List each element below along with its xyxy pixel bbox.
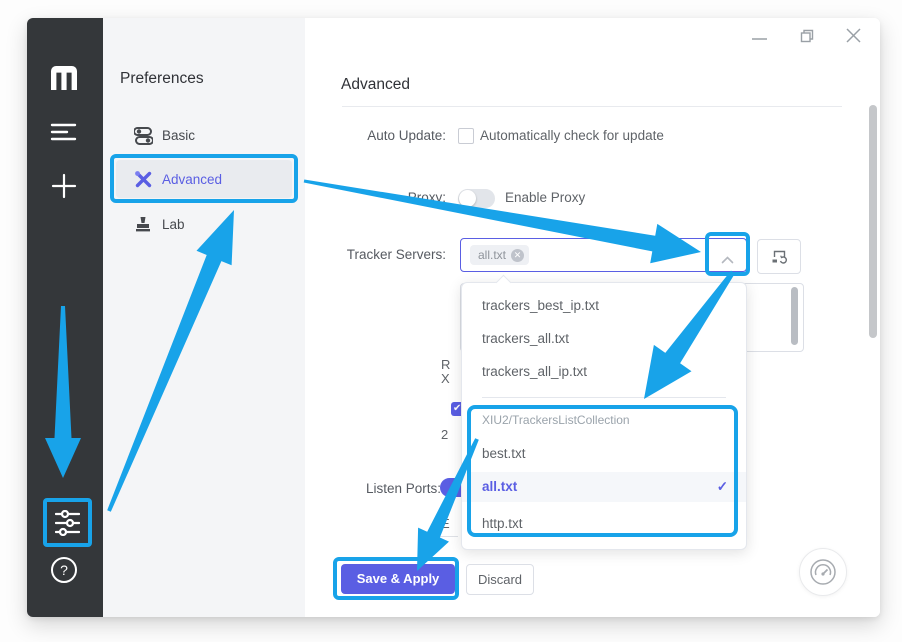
help-question-icon[interactable]: ? bbox=[50, 556, 78, 589]
preferences-nav: Preferences Basic Advanc bbox=[103, 18, 305, 617]
tracker-source-select[interactable]: all.txt ✕ bbox=[460, 238, 747, 272]
listen-ports-label: Listen Ports: bbox=[305, 481, 441, 496]
dropdown-item[interactable]: trackers_all.txt bbox=[462, 324, 746, 354]
selected-tag: all.txt ✕ bbox=[470, 245, 529, 265]
dropdown-item[interactable]: trackers_all_ip.txt bbox=[462, 357, 746, 387]
auto-update-checkbox-label[interactable]: Automatically check for update bbox=[480, 128, 664, 143]
hidden-text-fragment: 2 bbox=[441, 427, 448, 442]
tracker-source-dropdown: trackers_best_ip.txt trackers_all.txt tr… bbox=[461, 282, 747, 550]
dropdown-item[interactable]: best.txt bbox=[462, 439, 746, 469]
task-list-icon[interactable] bbox=[50, 121, 77, 148]
chevron-up-icon[interactable] bbox=[721, 251, 734, 269]
dropdown-item-selected[interactable]: all.txt ✓ bbox=[462, 472, 746, 502]
check-icon: ✓ bbox=[717, 472, 728, 502]
hidden-text-fragment: R bbox=[441, 357, 450, 372]
app-window: ? Preferences Basic bbox=[27, 18, 880, 617]
hidden-toggle-fragment bbox=[440, 478, 461, 497]
toggle-knob bbox=[459, 190, 476, 207]
page-title: Advanced bbox=[341, 76, 410, 94]
advanced-panel: Advanced Auto Update: Automatically chec… bbox=[305, 18, 880, 617]
hidden-checkbox-fragment: ✔ bbox=[451, 402, 461, 416]
title-divider bbox=[342, 106, 842, 107]
add-task-icon[interactable] bbox=[50, 172, 78, 205]
svg-text:?: ? bbox=[60, 562, 68, 578]
preferences-title: Preferences bbox=[120, 70, 204, 88]
auto-update-label: Auto Update: bbox=[305, 128, 446, 143]
sidebar-item-basic[interactable]: Basic bbox=[162, 128, 195, 143]
stamp-icon bbox=[134, 215, 152, 238]
selected-tag-label: all.txt bbox=[478, 248, 506, 262]
dropdown-group-label: XIU2/TrackersListCollection bbox=[482, 413, 630, 427]
hidden-text-fragment: E bbox=[441, 516, 450, 531]
sidebar-item-lab[interactable]: Lab bbox=[162, 217, 185, 232]
minimize-button[interactable] bbox=[752, 30, 768, 48]
textarea-scrollbar[interactable] bbox=[791, 287, 798, 345]
sync-trackers-button[interactable] bbox=[757, 239, 801, 274]
auto-update-checkbox[interactable] bbox=[458, 128, 474, 144]
screenshot-stage: ? Preferences Basic bbox=[0, 0, 902, 642]
tag-remove-icon[interactable]: ✕ bbox=[511, 249, 524, 262]
speedometer-icon bbox=[808, 557, 838, 587]
app-sidebar: ? bbox=[27, 18, 103, 617]
dropdown-item[interactable]: trackers_best_ip.txt bbox=[462, 291, 746, 321]
preferences-sliders-icon[interactable] bbox=[55, 510, 80, 541]
sidebar-item-advanced[interactable]: Advanced bbox=[162, 172, 222, 187]
save-apply-button[interactable]: Save & Apply bbox=[341, 564, 455, 594]
sync-icon bbox=[771, 249, 788, 265]
tools-icon bbox=[134, 170, 153, 194]
proxy-label: Proxy: bbox=[305, 190, 446, 205]
dropdown-divider bbox=[482, 397, 726, 398]
restore-button[interactable] bbox=[800, 29, 814, 48]
dropdown-item[interactable]: http.txt bbox=[462, 509, 746, 539]
toggles-icon bbox=[134, 127, 153, 150]
close-button[interactable] bbox=[846, 28, 861, 48]
tracker-servers-label: Tracker Servers: bbox=[305, 247, 446, 262]
discard-button[interactable]: Discard bbox=[466, 564, 534, 595]
panel-scrollbar[interactable] bbox=[869, 105, 877, 338]
proxy-toggle-label[interactable]: Enable Proxy bbox=[505, 190, 585, 205]
dropdown-caret bbox=[496, 275, 512, 291]
proxy-toggle[interactable] bbox=[458, 189, 495, 208]
speed-limit-fab[interactable] bbox=[799, 548, 847, 596]
hidden-border-fragment bbox=[438, 536, 458, 537]
motrix-logo-icon bbox=[48, 64, 80, 95]
hidden-text-fragment: X bbox=[441, 371, 450, 386]
